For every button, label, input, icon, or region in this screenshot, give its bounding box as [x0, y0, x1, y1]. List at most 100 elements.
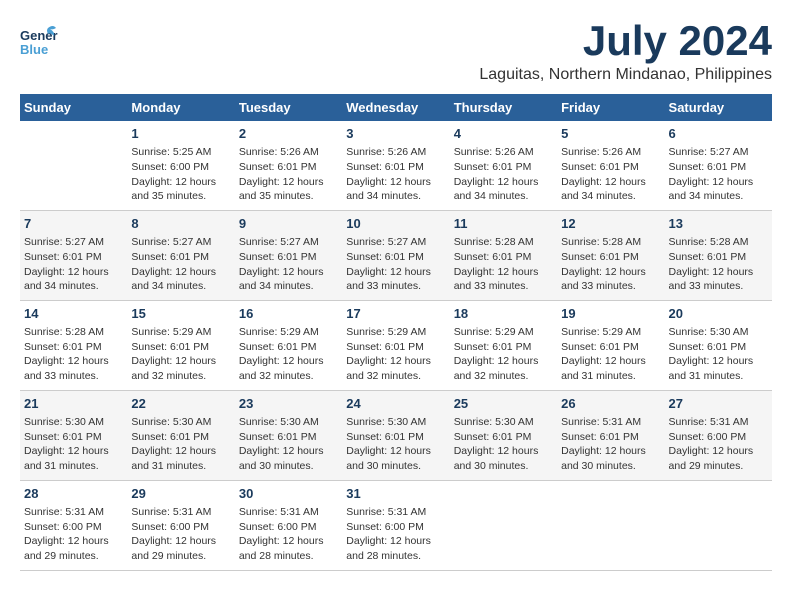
col-sunday: Sunday: [20, 94, 127, 121]
calendar-day-cell: 16Sunrise: 5:29 AMSunset: 6:01 PMDayligh…: [235, 300, 342, 390]
header-row: Sunday Monday Tuesday Wednesday Thursday…: [20, 94, 772, 121]
calendar-week-row: 21 Sunrise: 5:30 AMSunset: 6:01 PMDayligh…: [20, 390, 772, 480]
day-info: Sunrise: 5:25 AMSunset: 6:00 PMDaylight:…: [131, 145, 230, 204]
col-friday: Friday: [557, 94, 664, 121]
day-info: Sunrise: 5:31 AMSunset: 6:00 PMDaylight:…: [24, 505, 123, 564]
calendar-day-cell: 23Sunrise: 5:30 AMSunset: 6:01 PMDayligh…: [235, 390, 342, 480]
calendar-day-cell: 27 Sunrise: 5:31 AMSunset: 6:00 PMDayligh…: [665, 390, 772, 480]
page-header: General Blue July 2024 Laguitas, Norther…: [20, 20, 772, 84]
calendar-day-cell: 8Sunrise: 5:27 AMSunset: 6:01 PMDaylight…: [127, 210, 234, 300]
day-info: Sunrise: 5:27 AMSunset: 6:01 PMDaylight:…: [346, 235, 445, 294]
calendar-week-row: 7 Sunrise: 5:27 AMSunset: 6:01 PMDaylight…: [20, 210, 772, 300]
day-info: Sunrise: 5:28 AMSunset: 6:01 PMDaylight:…: [669, 235, 768, 294]
logo: General Blue: [20, 20, 58, 58]
logo-icon: General Blue: [20, 20, 58, 58]
day-number: 2: [239, 125, 338, 143]
day-info: Sunrise: 5:28 AMSunset: 6:01 PMDaylight:…: [24, 325, 123, 384]
day-number: 4: [454, 125, 553, 143]
calendar-table: Sunday Monday Tuesday Wednesday Thursday…: [20, 94, 772, 571]
col-tuesday: Tuesday: [235, 94, 342, 121]
calendar-header: Sunday Monday Tuesday Wednesday Thursday…: [20, 94, 772, 121]
day-info: Sunrise: 5:31 AMSunset: 6:00 PMDaylight:…: [346, 505, 445, 564]
calendar-day-cell: 26Sunrise: 5:31 AMSunset: 6:01 PMDayligh…: [557, 390, 664, 480]
day-number: 27: [669, 395, 768, 413]
day-number: 5: [561, 125, 660, 143]
calendar-day-cell: [557, 480, 664, 570]
calendar-week-row: 28Sunrise: 5:31 AMSunset: 6:00 PMDayligh…: [20, 480, 772, 570]
calendar-day-cell: 22 Sunrise: 5:30 AMSunset: 6:01 PMDayligh…: [127, 390, 234, 480]
day-number: 9: [239, 215, 338, 233]
title-block: July 2024 Laguitas, Northern Mindanao, P…: [479, 20, 772, 84]
day-number: 6: [669, 125, 768, 143]
calendar-day-cell: 2 Sunrise: 5:26 AMSunset: 6:01 PMDaylight…: [235, 121, 342, 210]
calendar-day-cell: 11 Sunrise: 5:28 AMSunset: 6:01 PMDayligh…: [450, 210, 557, 300]
day-number: 18: [454, 305, 553, 323]
day-number: 10: [346, 215, 445, 233]
calendar-day-cell: 7 Sunrise: 5:27 AMSunset: 6:01 PMDaylight…: [20, 210, 127, 300]
day-number: 20: [669, 305, 768, 323]
calendar-day-cell: 4 Sunrise: 5:26 AMSunset: 6:01 PMDaylight…: [450, 121, 557, 210]
day-info: Sunrise: 5:27 AMSunset: 6:01 PMDaylight:…: [239, 235, 338, 294]
calendar-day-cell: [665, 480, 772, 570]
day-number: 16: [239, 305, 338, 323]
month-year-title: July 2024: [479, 20, 772, 62]
day-number: 3: [346, 125, 445, 143]
day-info: Sunrise: 5:26 AMSunset: 6:01 PMDaylight:…: [239, 145, 338, 204]
day-info: Sunrise: 5:26 AMSunset: 6:01 PMDaylight:…: [454, 145, 553, 204]
day-info: Sunrise: 5:31 AMSunset: 6:00 PMDaylight:…: [131, 505, 230, 564]
calendar-day-cell: 19 Sunrise: 5:29 AMSunset: 6:01 PMDayligh…: [557, 300, 664, 390]
day-info: Sunrise: 5:30 AMSunset: 6:01 PMDaylight:…: [24, 415, 123, 474]
day-number: 11: [454, 215, 553, 233]
calendar-day-cell: [450, 480, 557, 570]
col-thursday: Thursday: [450, 94, 557, 121]
day-number: 1: [131, 125, 230, 143]
day-number: 26: [561, 395, 660, 413]
calendar-day-cell: 14Sunrise: 5:28 AMSunset: 6:01 PMDayligh…: [20, 300, 127, 390]
calendar-day-cell: 10 Sunrise: 5:27 AMSunset: 6:01 PMDayligh…: [342, 210, 449, 300]
day-info: Sunrise: 5:31 AMSunset: 6:00 PMDaylight:…: [239, 505, 338, 564]
location-subtitle: Laguitas, Northern Mindanao, Philippines: [479, 66, 772, 84]
calendar-day-cell: 29Sunrise: 5:31 AMSunset: 6:00 PMDayligh…: [127, 480, 234, 570]
day-info: Sunrise: 5:29 AMSunset: 6:01 PMDaylight:…: [561, 325, 660, 384]
day-number: 12: [561, 215, 660, 233]
calendar-day-cell: 15 Sunrise: 5:29 AMSunset: 6:01 PMDayligh…: [127, 300, 234, 390]
calendar-day-cell: 30Sunrise: 5:31 AMSunset: 6:00 PMDayligh…: [235, 480, 342, 570]
day-info: Sunrise: 5:26 AMSunset: 6:01 PMDaylight:…: [561, 145, 660, 204]
calendar-day-cell: 3 Sunrise: 5:26 AMSunset: 6:01 PMDaylight…: [342, 121, 449, 210]
day-info: Sunrise: 5:27 AMSunset: 6:01 PMDaylight:…: [24, 235, 123, 294]
calendar-day-cell: 21 Sunrise: 5:30 AMSunset: 6:01 PMDayligh…: [20, 390, 127, 480]
day-number: 22: [131, 395, 230, 413]
day-info: Sunrise: 5:29 AMSunset: 6:01 PMDaylight:…: [131, 325, 230, 384]
calendar-day-cell: 9 Sunrise: 5:27 AMSunset: 6:01 PMDaylight…: [235, 210, 342, 300]
calendar-week-row: 14Sunrise: 5:28 AMSunset: 6:01 PMDayligh…: [20, 300, 772, 390]
calendar-day-cell: 1 Sunrise: 5:25 AMSunset: 6:00 PMDaylight…: [127, 121, 234, 210]
day-number: 17: [346, 305, 445, 323]
day-info: Sunrise: 5:30 AMSunset: 6:01 PMDaylight:…: [131, 415, 230, 474]
calendar-day-cell: 13 Sunrise: 5:28 AMSunset: 6:01 PMDayligh…: [665, 210, 772, 300]
calendar-day-cell: 20 Sunrise: 5:30 AMSunset: 6:01 PMDayligh…: [665, 300, 772, 390]
day-info: Sunrise: 5:29 AMSunset: 6:01 PMDaylight:…: [346, 325, 445, 384]
day-number: 13: [669, 215, 768, 233]
day-number: 7: [24, 215, 123, 233]
svg-text:Blue: Blue: [20, 42, 48, 57]
calendar-day-cell: [20, 121, 127, 210]
day-number: 21: [24, 395, 123, 413]
day-number: 23: [239, 395, 338, 413]
calendar-day-cell: 18 Sunrise: 5:29 AMSunset: 6:01 PMDayligh…: [450, 300, 557, 390]
day-info: Sunrise: 5:31 AMSunset: 6:00 PMDaylight:…: [669, 415, 768, 474]
calendar-day-cell: 17 Sunrise: 5:29 AMSunset: 6:01 PMDayligh…: [342, 300, 449, 390]
day-info: Sunrise: 5:26 AMSunset: 6:01 PMDaylight:…: [346, 145, 445, 204]
day-info: Sunrise: 5:30 AMSunset: 6:01 PMDaylight:…: [346, 415, 445, 474]
day-number: 25: [454, 395, 553, 413]
day-number: 19: [561, 305, 660, 323]
day-info: Sunrise: 5:30 AMSunset: 6:01 PMDaylight:…: [454, 415, 553, 474]
day-info: Sunrise: 5:29 AMSunset: 6:01 PMDaylight:…: [454, 325, 553, 384]
day-info: Sunrise: 5:30 AMSunset: 6:01 PMDaylight:…: [669, 325, 768, 384]
day-number: 15: [131, 305, 230, 323]
day-info: Sunrise: 5:28 AMSunset: 6:01 PMDaylight:…: [454, 235, 553, 294]
calendar-day-cell: 31Sunrise: 5:31 AMSunset: 6:00 PMDayligh…: [342, 480, 449, 570]
day-number: 24: [346, 395, 445, 413]
calendar-day-cell: 24 Sunrise: 5:30 AMSunset: 6:01 PMDayligh…: [342, 390, 449, 480]
calendar-body: 1 Sunrise: 5:25 AMSunset: 6:00 PMDaylight…: [20, 121, 772, 570]
calendar-week-row: 1 Sunrise: 5:25 AMSunset: 6:00 PMDaylight…: [20, 121, 772, 210]
